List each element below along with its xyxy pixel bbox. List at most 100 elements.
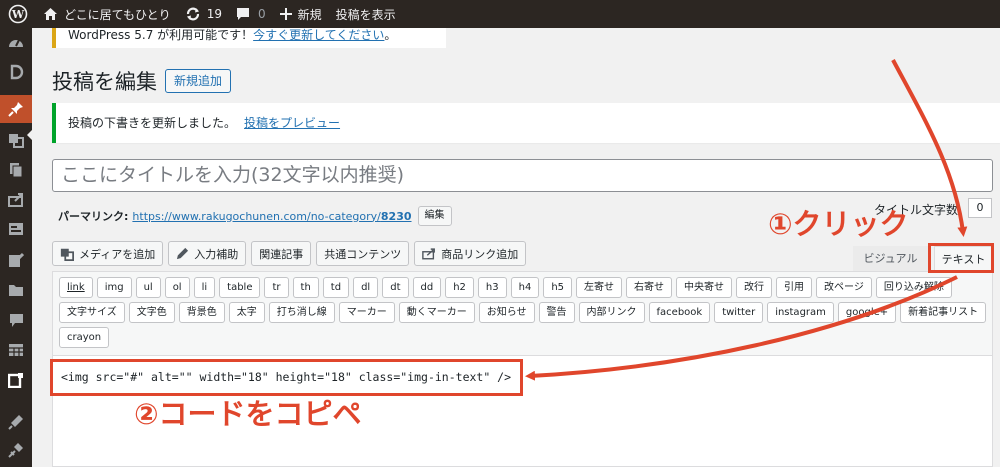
preview-post-link[interactable]: 投稿をプレビュー — [244, 116, 340, 130]
quicktag-button[interactable]: 右寄せ — [626, 277, 673, 298]
quicktag-button[interactable]: 動くマーカー — [398, 302, 475, 323]
quicktag-button[interactable]: crayon — [59, 327, 110, 348]
quicktag-button[interactable]: 打ち消し線 — [268, 302, 335, 323]
folder-icon[interactable] — [0, 276, 32, 304]
quicktag-button[interactable]: link — [59, 277, 93, 298]
page-title: 投稿を編集 — [52, 70, 157, 94]
share-icon — [422, 248, 436, 260]
dashboard-icon[interactable] — [0, 28, 32, 56]
permalink-url: https://www.rakugochunen.com/no-category… — [132, 209, 381, 223]
permalink-edit-button[interactable]: 編集 — [417, 206, 452, 226]
quicktag-button[interactable]: facebook — [648, 302, 711, 323]
media-icon — [60, 248, 74, 261]
quicktag-button[interactable]: tr — [264, 277, 289, 298]
pages-icon[interactable] — [0, 156, 32, 184]
updates-count: 19 — [206, 7, 222, 21]
theme-d-icon[interactable] — [0, 58, 32, 86]
annotation-box-text-tab — [928, 243, 994, 273]
plus-icon — [279, 8, 292, 20]
quicktag-button[interactable]: th — [292, 277, 319, 298]
wordpress-logo-icon[interactable]: W — [0, 0, 36, 28]
title-count-value: 0 — [968, 198, 992, 218]
table-icon[interactable] — [0, 336, 32, 364]
quicktag-button[interactable]: dt — [382, 277, 409, 298]
quicktag-button[interactable]: 太字 — [228, 302, 265, 323]
settings-plugin-icon[interactable] — [0, 436, 32, 464]
quicktag-button[interactable]: お知らせ — [478, 302, 535, 323]
refresh-icon — [186, 7, 199, 21]
quicktag-button[interactable]: 背景色 — [178, 302, 225, 323]
product-link-label: 商品リンク追加 — [441, 247, 519, 261]
quicktag-button[interactable]: 内部リンク — [578, 302, 645, 323]
quicktag-button[interactable]: 文字色 — [128, 302, 175, 323]
tab-visual[interactable]: ビジュアル — [853, 246, 928, 271]
quicktag-button[interactable]: 改行 — [736, 277, 773, 298]
update-now-link[interactable]: 今すぐ更新してください — [253, 28, 384, 42]
site-name-link[interactable]: どこに居てもひとり — [36, 0, 178, 28]
quicktag-button[interactable]: 文字サイズ — [59, 302, 125, 323]
quicktag-button[interactable]: table — [219, 277, 261, 298]
quicktag-button[interactable]: 中央寄せ — [676, 277, 733, 298]
related-posts-label: 関連記事 — [259, 247, 304, 261]
permalink-row: パーマリンク: https://www.rakugochunen.com/no-… — [58, 206, 452, 226]
quicktag-button[interactable]: h5 — [543, 277, 573, 298]
quicktag-button[interactable]: td — [322, 277, 350, 298]
quicktag-button[interactable]: h3 — [477, 277, 507, 298]
quicktag-button[interactable]: ol — [164, 277, 190, 298]
add-new-button[interactable]: 新規追加 — [165, 69, 232, 93]
add-media-button[interactable]: メディアを追加 — [52, 241, 164, 266]
view-post-label: 投稿を表示 — [335, 7, 396, 22]
form-icon[interactable] — [0, 215, 32, 243]
updates-link[interactable]: 19 — [178, 0, 229, 28]
quicktag-button[interactable]: 左寄せ — [576, 277, 623, 298]
posts-pin-icon[interactable] — [0, 95, 32, 123]
quicktag-button[interactable]: 回り込み解除 — [875, 277, 952, 298]
export-icon[interactable] — [0, 186, 32, 214]
update-notice-text: WordPress 5.7 が利用可能です！ — [68, 28, 254, 42]
edit-icon[interactable] — [0, 246, 32, 274]
success-notice: 投稿の下書きを更新しました。 投稿をプレビュー — [52, 103, 1000, 143]
quicktag-button[interactable]: google+ — [837, 302, 897, 323]
permalink-slug: 8230 — [380, 209, 412, 223]
related-posts-button[interactable]: 関連記事 — [251, 241, 312, 266]
annotation-step2: ②コードをコピペ — [134, 397, 362, 431]
quicktag-button[interactable]: dl — [353, 277, 379, 298]
admin-sidebar — [0, 28, 33, 467]
new-content-link[interactable]: 新規 — [273, 0, 329, 28]
add-media-label: メディアを追加 — [79, 247, 156, 261]
common-content-label: 共通コンテンツ — [324, 247, 402, 261]
input-assist-button[interactable]: 入力補助 — [168, 241, 247, 266]
comments-menu-icon[interactable] — [0, 306, 32, 334]
post-title-input[interactable]: ここにタイトルを入力(32文字以内推奨) — [52, 159, 993, 192]
common-content-button[interactable]: 共通コンテンツ — [316, 241, 410, 266]
svg-text:W: W — [11, 8, 25, 21]
quicktag-button[interactable]: 引用 — [776, 277, 813, 298]
quicktag-button[interactable]: マーカー — [338, 302, 395, 323]
quicktag-button[interactable]: 新着記事リスト — [900, 302, 987, 323]
view-post-link[interactable]: 投稿を表示 — [329, 0, 403, 28]
permalink-link[interactable]: https://www.rakugochunen.com/no-category… — [132, 210, 411, 223]
comments-link[interactable]: 0 — [229, 0, 273, 28]
quicktag-button[interactable]: h2 — [445, 277, 474, 298]
widget-icon[interactable] — [0, 366, 32, 394]
quicktag-button[interactable]: img — [96, 277, 132, 298]
quicktag-button[interactable]: ul — [135, 277, 161, 298]
quicktag-button[interactable]: twitter — [714, 302, 764, 323]
pencil-icon — [177, 247, 189, 260]
admin-bar: W どこに居てもひとり 19 0 新規 投稿を表示 — [0, 0, 1000, 28]
comments-count: 0 — [257, 7, 266, 21]
quicktag-button[interactable]: 改ページ — [816, 277, 872, 298]
new-label: 新規 — [297, 7, 322, 22]
media-buttons-row: メディアを追加 入力補助 関連記事 共通コンテンツ 商品リンク追加 — [52, 241, 527, 266]
media-icon[interactable] — [0, 126, 32, 154]
quicktag-button[interactable]: 警告 — [538, 302, 575, 323]
tools-icon[interactable] — [0, 408, 32, 436]
quicktag-button[interactable]: h4 — [510, 277, 540, 298]
quicktag-button[interactable]: instagram — [767, 302, 834, 323]
permalink-label: パーマリンク: — [58, 210, 129, 223]
annotation-step1: ①クリック — [768, 207, 909, 241]
quicktag-button[interactable]: li — [193, 277, 216, 298]
quicktags-toolbar: link img ul ol li table tr th td dl dt dd h2 h3 h4 h5 左寄… — [53, 272, 992, 356]
quicktag-button[interactable]: dd — [412, 277, 442, 298]
product-link-button[interactable]: 商品リンク追加 — [414, 241, 527, 266]
